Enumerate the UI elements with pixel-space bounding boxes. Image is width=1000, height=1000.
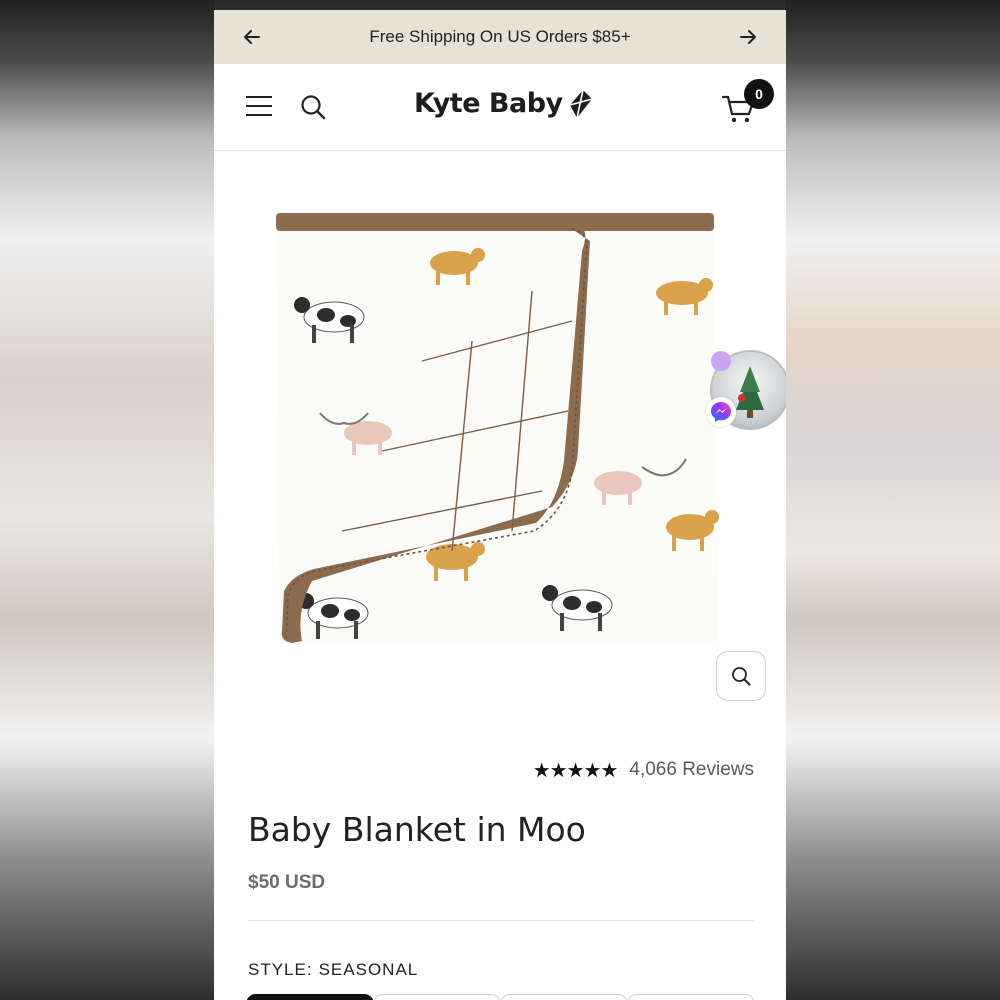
mobile-page: Free Shipping On US Orders $85+ Kyte Bab… (214, 10, 786, 1000)
product-price: $50 USD (248, 872, 326, 893)
cart-count-badge: 0 (744, 79, 774, 109)
announcement-bar: Free Shipping On US Orders $85+ (214, 10, 786, 64)
star-rating-icons: ★★★★★ (532, 758, 619, 782)
style-swatch[interactable] (627, 994, 755, 1000)
style-swatches (246, 994, 755, 1000)
messenger-icon[interactable] (706, 397, 736, 427)
brand-logo[interactable]: Kyte Baby (414, 88, 593, 119)
kite-logo-icon (569, 89, 592, 118)
background-blur-right (786, 0, 1000, 1000)
background-blur-left (0, 0, 214, 1000)
style-swatch[interactable] (373, 994, 501, 1000)
arrow-left-icon[interactable] (238, 23, 266, 51)
style-value: SEASONAL (318, 960, 419, 979)
product-image[interactable] (272, 211, 722, 651)
zoom-button[interactable] (716, 651, 766, 701)
notification-dot (711, 351, 731, 371)
hamburger-icon[interactable] (246, 96, 274, 118)
style-swatch[interactable] (246, 994, 374, 1000)
style-swatch[interactable] (500, 994, 628, 1000)
product-gallery (214, 151, 786, 731)
arrow-right-icon[interactable] (734, 23, 762, 51)
magnifier-icon (732, 667, 751, 686)
brand-name: Kyte Baby (414, 88, 563, 119)
search-icon[interactable] (300, 94, 326, 120)
style-label: STYLE: (248, 960, 313, 979)
product-rating[interactable]: ★★★★★ 4,066 Reviews (533, 758, 754, 782)
announcement-text: Free Shipping On US Orders $85+ (369, 27, 631, 46)
site-header: Kyte Baby (214, 64, 786, 151)
divider (248, 920, 754, 921)
style-option-label: STYLE: SEASONAL (248, 960, 418, 980)
product-title: Baby Blanket in Moo (248, 810, 586, 849)
reviews-count[interactable]: 4,066 Reviews (629, 759, 754, 781)
